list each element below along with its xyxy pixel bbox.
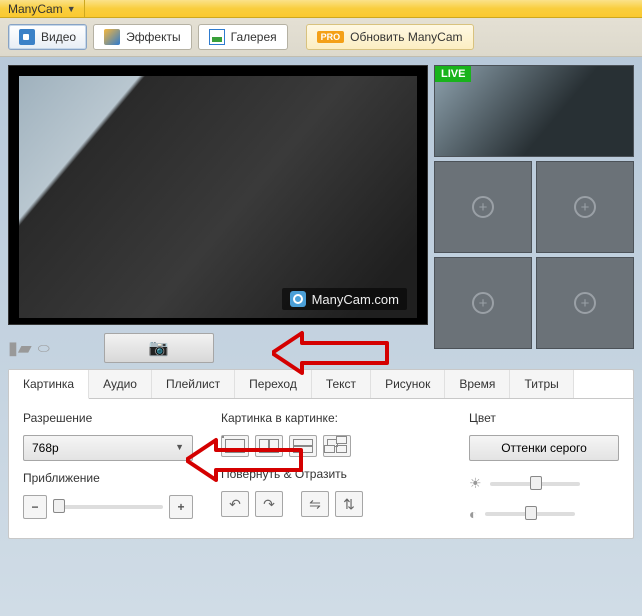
main-toolbar: Видео Эффекты Галерея PRO Обновить ManyC… bbox=[0, 18, 642, 57]
menu-bar: ManyCam ▼ bbox=[0, 0, 642, 18]
ctrl-tab-label: Время bbox=[459, 377, 495, 391]
plus-icon: + bbox=[472, 292, 494, 314]
contrast-slider[interactable] bbox=[485, 512, 575, 516]
upgrade-label: Обновить ManyCam bbox=[350, 30, 462, 44]
manycam-logo-icon bbox=[290, 291, 306, 307]
tab-effects[interactable]: Эффекты bbox=[93, 24, 192, 50]
ctrl-tab-audio[interactable]: Аудио bbox=[89, 370, 152, 398]
preview-pane: ManyCam.com ▮▰ ⬭ 📷 bbox=[8, 65, 428, 365]
watermark-text: ManyCam.com bbox=[312, 292, 399, 307]
brightness-row: ☀ bbox=[469, 475, 619, 492]
tab-video[interactable]: Видео bbox=[8, 24, 87, 50]
resolution-label: Разрешение bbox=[23, 411, 193, 425]
effects-icon bbox=[104, 29, 120, 45]
ctrl-tab-label: Переход bbox=[249, 377, 297, 391]
tab-gallery-label: Галерея bbox=[231, 30, 277, 44]
col-color: Цвет Оттенки серого ☀ ◐ bbox=[469, 411, 619, 522]
main-area: ManyCam.com ▮▰ ⬭ 📷 LIVE + + + + bbox=[0, 57, 642, 369]
switch-icon[interactable]: ⬭ bbox=[38, 340, 50, 357]
ctrl-tab-time[interactable]: Время bbox=[445, 370, 510, 398]
pip-layout-4[interactable] bbox=[323, 435, 351, 457]
tab-gallery[interactable]: Галерея bbox=[198, 24, 288, 50]
pip-label: Картинка в картинке: bbox=[221, 411, 363, 425]
slider-thumb[interactable] bbox=[525, 506, 537, 520]
controls-body: Разрешение 768p Приближение − + Картинка… bbox=[9, 399, 633, 538]
plus-icon: + bbox=[574, 292, 596, 314]
app-menu[interactable]: ManyCam ▼ bbox=[0, 0, 85, 17]
rotate-cw-button[interactable]: ↷ bbox=[255, 491, 283, 517]
plus-icon: + bbox=[472, 196, 494, 218]
app-menu-label: ManyCam bbox=[8, 2, 63, 16]
rotate-ccw-button[interactable]: ↶ bbox=[221, 491, 249, 517]
brightness-icon: ☀ bbox=[469, 475, 482, 492]
tab-effects-label: Эффекты bbox=[126, 30, 181, 44]
source-slot-3[interactable]: + bbox=[536, 161, 634, 253]
source-slot-2[interactable]: + bbox=[434, 161, 532, 253]
annotation-arrow-1 bbox=[272, 328, 392, 378]
snapshot-button[interactable]: 📷 bbox=[104, 333, 214, 363]
zoom-in-button[interactable]: + bbox=[169, 495, 193, 519]
col-resolution: Разрешение 768p Приближение − + bbox=[23, 411, 193, 522]
upgrade-button[interactable]: PRO Обновить ManyCam bbox=[306, 24, 474, 50]
annotation-arrow-2 bbox=[186, 435, 306, 485]
source-grid: LIVE + + + + bbox=[434, 65, 634, 365]
source-slot-1[interactable]: LIVE bbox=[434, 65, 634, 157]
ctrl-tab-label: Аудио bbox=[103, 377, 137, 391]
color-label: Цвет bbox=[469, 411, 619, 425]
grayscale-button[interactable]: Оттенки серого bbox=[469, 435, 619, 461]
slider-thumb[interactable] bbox=[530, 476, 542, 490]
source-slot-4[interactable]: + bbox=[434, 257, 532, 349]
tab-video-label: Видео bbox=[41, 30, 76, 44]
camera-icon: 📷 bbox=[149, 338, 169, 358]
slider-thumb[interactable] bbox=[53, 499, 65, 513]
watermark: ManyCam.com bbox=[282, 288, 407, 310]
ctrl-tab-playlist[interactable]: Плейлист bbox=[152, 370, 235, 398]
zoom-label: Приближение bbox=[23, 471, 193, 485]
live-badge: LIVE bbox=[435, 66, 471, 82]
pro-badge: PRO bbox=[317, 31, 345, 43]
plus-icon: + bbox=[574, 196, 596, 218]
resolution-select[interactable]: 768p bbox=[23, 435, 193, 461]
flip-horizontal-button[interactable]: ⇋ bbox=[301, 491, 329, 517]
ctrl-tab-label: Картинка bbox=[23, 377, 74, 391]
ctrl-tab-label: Титры bbox=[524, 377, 558, 391]
ctrl-tab-label: Рисунок bbox=[385, 377, 430, 391]
contrast-icon: ◐ bbox=[469, 506, 477, 522]
chevron-down-icon: ▼ bbox=[67, 4, 76, 14]
ctrl-tab-label: Текст bbox=[326, 377, 356, 391]
zoom-controls: − + bbox=[23, 495, 193, 519]
gallery-icon bbox=[209, 29, 225, 45]
record-controls: ▮▰ ⬭ bbox=[8, 338, 50, 359]
ctrl-tab-titles[interactable]: Титры bbox=[510, 370, 573, 398]
video-preview: ManyCam.com bbox=[8, 65, 428, 325]
grayscale-label: Оттенки серого bbox=[501, 441, 587, 455]
source-slot-5[interactable]: + bbox=[536, 257, 634, 349]
rotate-buttons: ↶ ↷ ⇋ ⇅ bbox=[221, 491, 363, 517]
video-content: ManyCam.com bbox=[19, 76, 417, 318]
ctrl-tab-picture[interactable]: Картинка bbox=[9, 370, 89, 399]
video-icon bbox=[19, 29, 35, 45]
flip-vertical-button[interactable]: ⇅ bbox=[335, 491, 363, 517]
controls-panel: Картинка Аудио Плейлист Переход Текст Ри… bbox=[8, 369, 634, 539]
brightness-slider[interactable] bbox=[490, 482, 580, 486]
zoom-out-button[interactable]: − bbox=[23, 495, 47, 519]
contrast-row: ◐ bbox=[469, 506, 619, 522]
ctrl-tab-label: Плейлист bbox=[166, 377, 220, 391]
resolution-value: 768p bbox=[32, 441, 59, 455]
zoom-slider[interactable] bbox=[53, 505, 163, 509]
camcorder-icon[interactable]: ▮▰ bbox=[8, 338, 32, 359]
